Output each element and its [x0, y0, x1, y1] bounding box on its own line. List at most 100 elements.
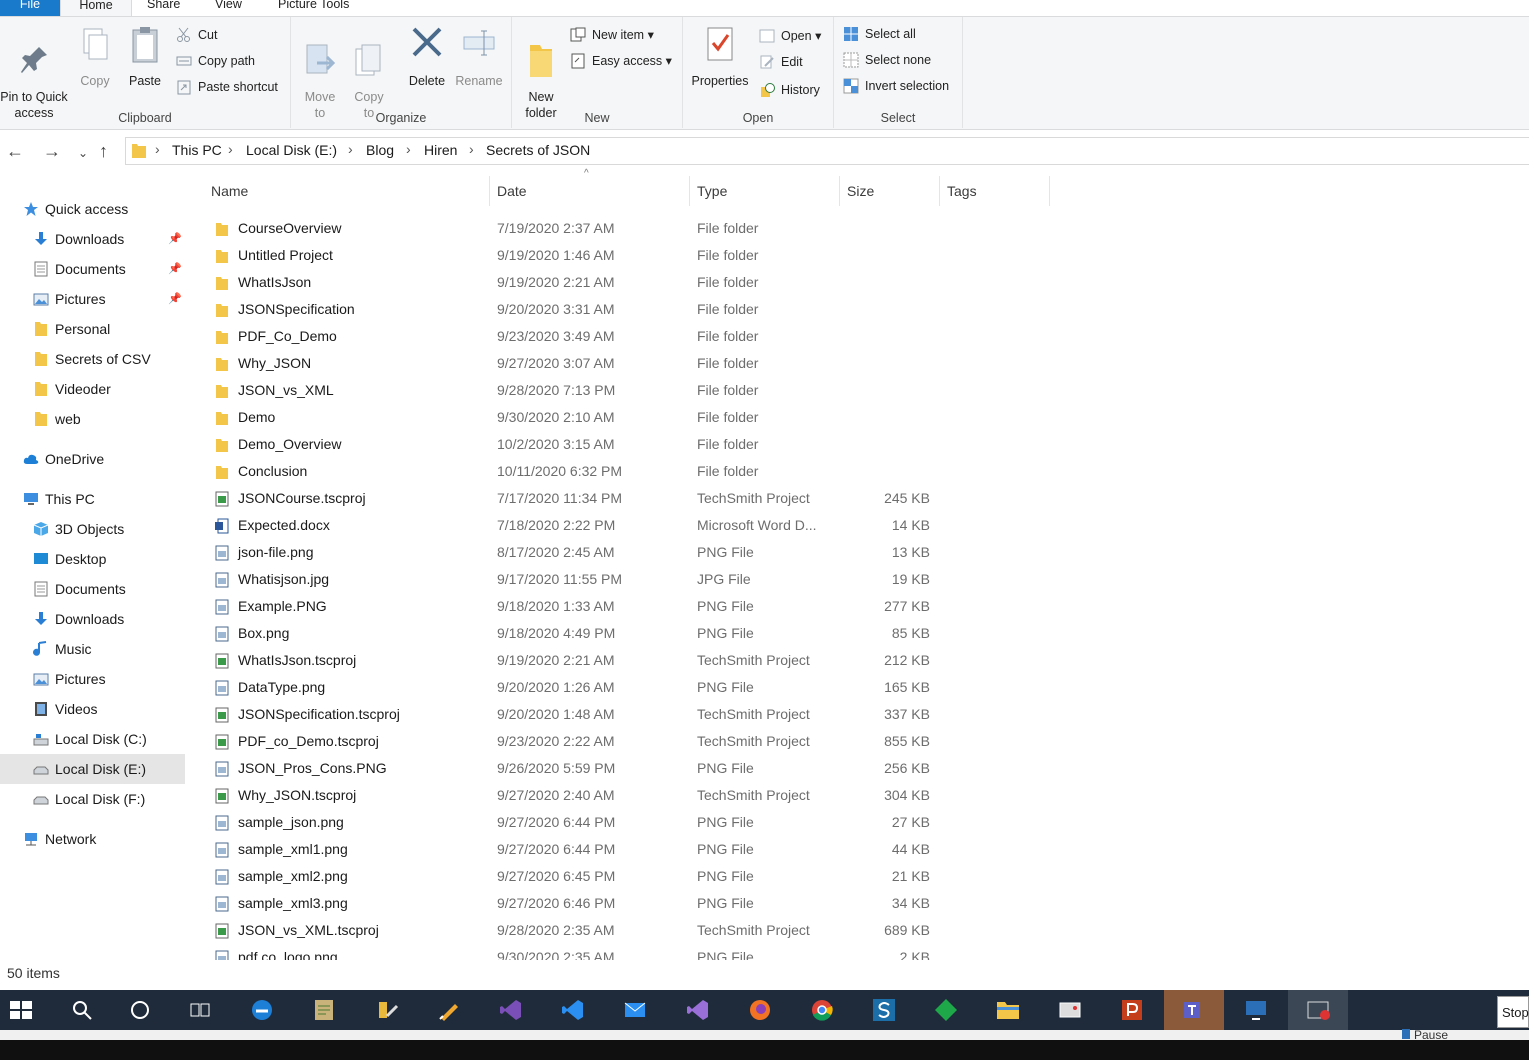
snipping-tool-icon[interactable] [1058, 998, 1082, 1022]
powerpoint-icon[interactable] [1120, 998, 1144, 1022]
forward-arrow-icon[interactable]: → [43, 141, 61, 161]
visual-studio-icon[interactable] [499, 998, 523, 1022]
breadcrumb-hiren[interactable]: Hiren [424, 142, 457, 158]
file-row[interactable]: Demo 9/30/2020 2:10 AM File folder [205, 404, 1050, 431]
notepad-app-icon[interactable] [312, 998, 336, 1022]
file-row[interactable]: PDF_Co_Demo 9/23/2020 3:49 AM File folder [205, 323, 1050, 350]
windows-start-icon[interactable] [9, 998, 33, 1022]
file-row[interactable]: JSONSpecification 9/20/2020 3:31 AM File f… [205, 296, 1050, 323]
edge-browser-icon[interactable] [250, 998, 274, 1022]
breadcrumb-this-pc[interactable]: This PC [172, 142, 222, 158]
visual-studio-purple-icon[interactable] [686, 998, 710, 1022]
column-divider[interactable] [489, 176, 490, 206]
tools-app-icon[interactable] [375, 998, 399, 1022]
history-button[interactable]: History [759, 80, 820, 100]
chrome-icon[interactable] [810, 998, 834, 1022]
easy-access-button[interactable]: Easy access ▾ [570, 51, 672, 71]
file-row[interactable]: Example.PNG 9/18/2020 1:33 AM PNG File 277 … [205, 593, 1050, 620]
tab-picture-tools[interactable]: Picture Tools [278, 0, 349, 16]
cortana-circle-icon[interactable] [128, 998, 152, 1022]
select-all-button[interactable]: Select all [843, 24, 916, 44]
file-row[interactable]: pdf.co_logo.png 9/30/2020 2:35 AM PNG File… [205, 944, 1050, 960]
copy-to-button[interactable]: Copy to [348, 25, 390, 121]
file-row[interactable]: Box.png 9/18/2020 4:49 PM PNG File 85 KB [205, 620, 1050, 647]
cut-button[interactable]: Cut [176, 25, 217, 45]
remote-desktop-icon[interactable] [1244, 998, 1268, 1022]
teams-app-highlight[interactable] [1164, 990, 1224, 1030]
firefox-icon[interactable] [748, 998, 772, 1022]
file-row[interactable]: DataType.png 9/20/2020 1:26 AM PNG File 165… [205, 674, 1050, 701]
recent-locations-chevron-icon[interactable]: ⌄ [78, 143, 88, 163]
move-to-button[interactable]: Move to [299, 25, 341, 121]
file-row[interactable]: JSON_vs_XML 9/28/2020 7:13 PM File folder [205, 377, 1050, 404]
open-button[interactable]: Open ▾ [759, 26, 821, 46]
tab-file[interactable]: File [0, 0, 60, 16]
file-row[interactable]: sample_xml3.png 9/27/2020 6:46 PM PNG File… [205, 890, 1050, 917]
column-header-name[interactable]: Name [211, 180, 248, 202]
file-row[interactable]: JSONSpecification.tscproj 9/20/2020 1:48 … [205, 701, 1050, 728]
tab-view[interactable]: View [215, 0, 242, 16]
column-header-date[interactable]: Date [497, 180, 527, 202]
file-row[interactable]: json-file.png 8/17/2020 2:45 AM PNG File 13… [205, 539, 1050, 566]
column-header-tags[interactable]: Tags [947, 180, 977, 202]
file-row[interactable]: sample_xml2.png 9/27/2020 6:45 PM PNG File… [205, 863, 1050, 890]
column-divider[interactable] [939, 176, 940, 206]
diamond-app-icon[interactable] [934, 998, 958, 1022]
file-date: 7/18/2020 2:22 PM [497, 517, 616, 533]
copy-button[interactable]: Copy [75, 25, 115, 89]
file-row[interactable]: Why_JSON 9/27/2020 3:07 AM File folder [205, 350, 1050, 377]
file-row[interactable]: JSON_vs_XML.tscproj 9/28/2020 2:35 AM Tech… [205, 917, 1050, 944]
pause-recording-button[interactable]: Pause [1402, 1028, 1448, 1042]
s-app-icon[interactable] [872, 998, 896, 1022]
column-divider[interactable] [689, 176, 690, 206]
file-row[interactable]: JSON_Pros_Cons.PNG 9/26/2020 5:59 PM PNG F… [205, 755, 1050, 782]
file-row[interactable]: JSONCourse.tscproj 7/17/2020 11:34 PM Tech… [205, 485, 1050, 512]
file-row[interactable]: Untitled Project 9/19/2020 1:46 AM File fo… [205, 242, 1050, 269]
vscode-icon[interactable] [561, 998, 585, 1022]
new-item-button[interactable]: New item ▾ [570, 25, 654, 45]
file-row[interactable]: PDF_co_Demo.tscproj 9/23/2020 2:22 AM Tech… [205, 728, 1050, 755]
breadcrumb-secrets-of-json[interactable]: Secrets of JSON [486, 142, 590, 158]
file-row[interactable]: CourseOverview 7/19/2020 2:37 AM File fold… [205, 215, 1050, 242]
delete-button[interactable]: Delete [405, 25, 449, 89]
properties-button[interactable]: Properties [688, 25, 752, 89]
task-view-icon[interactable] [188, 998, 212, 1022]
column-divider[interactable] [1049, 176, 1050, 206]
copy-path-button[interactable]: Copy path [176, 51, 255, 71]
pin-icon [21, 47, 47, 73]
edit-button[interactable]: Edit [759, 52, 803, 72]
mail-icon[interactable] [623, 998, 647, 1022]
file-row[interactable]: sample_json.png 9/27/2020 6:44 PM PNG File… [205, 809, 1050, 836]
file-row[interactable]: Whatisjson.jpg 9/17/2020 11:55 PM JPG File… [205, 566, 1050, 593]
file-row[interactable]: Demo_Overview 10/2/2020 3:15 AM File folde… [205, 431, 1050, 458]
back-arrow-icon[interactable]: ← [6, 141, 24, 161]
file-row[interactable]: sample_xml1.png 9/27/2020 6:44 PM PNG File… [205, 836, 1050, 863]
file-row[interactable]: Conclusion 10/11/2020 6:32 PM File folder [205, 458, 1050, 485]
address-bar[interactable]: › This PC › Local Disk (E:) › Blog › Hir… [125, 137, 1529, 165]
search-icon[interactable] [70, 998, 94, 1022]
recorder-app-highlight[interactable] [1288, 990, 1348, 1030]
tab-home[interactable]: Home [60, 0, 132, 17]
invert-selection-button[interactable]: Invert selection [843, 76, 949, 96]
column-header-size[interactable]: Size [847, 180, 874, 202]
column-header-type[interactable]: Type [697, 180, 727, 202]
file-row[interactable]: WhatIsJson 9/19/2020 2:21 AM File folder [205, 269, 1050, 296]
pencil-app-icon[interactable] [437, 998, 461, 1022]
column-divider[interactable] [839, 176, 840, 206]
up-arrow-icon[interactable]: ↑ [99, 141, 108, 161]
new-folder-button[interactable]: New folder [518, 25, 564, 121]
paste-button[interactable]: Paste [124, 25, 166, 89]
file-row[interactable]: WhatIsJson.tscproj 9/19/2020 2:21 AM TechS… [205, 647, 1050, 674]
select-none-button[interactable]: Select none [843, 50, 931, 70]
breadcrumb-local-disk-e[interactable]: Local Disk (E:) [246, 142, 337, 158]
tab-share[interactable]: Share [147, 0, 180, 16]
stop-recording-button[interactable]: Stop [1497, 996, 1529, 1028]
rename-button[interactable]: Rename [454, 25, 504, 89]
paste-shortcut-button[interactable]: Paste shortcut [176, 77, 278, 97]
file-row[interactable]: Expected.docx 7/18/2020 2:22 PM Microsoft … [205, 512, 1050, 539]
pin-to-quick-access-button[interactable]: Pin to Quick access [0, 25, 68, 121]
copy-to-icon [355, 44, 381, 76]
file-explorer-icon[interactable] [996, 998, 1020, 1022]
file-row[interactable]: Why_JSON.tscproj 9/27/2020 2:40 AM TechSmi… [205, 782, 1050, 809]
breadcrumb-blog[interactable]: Blog [366, 142, 394, 158]
